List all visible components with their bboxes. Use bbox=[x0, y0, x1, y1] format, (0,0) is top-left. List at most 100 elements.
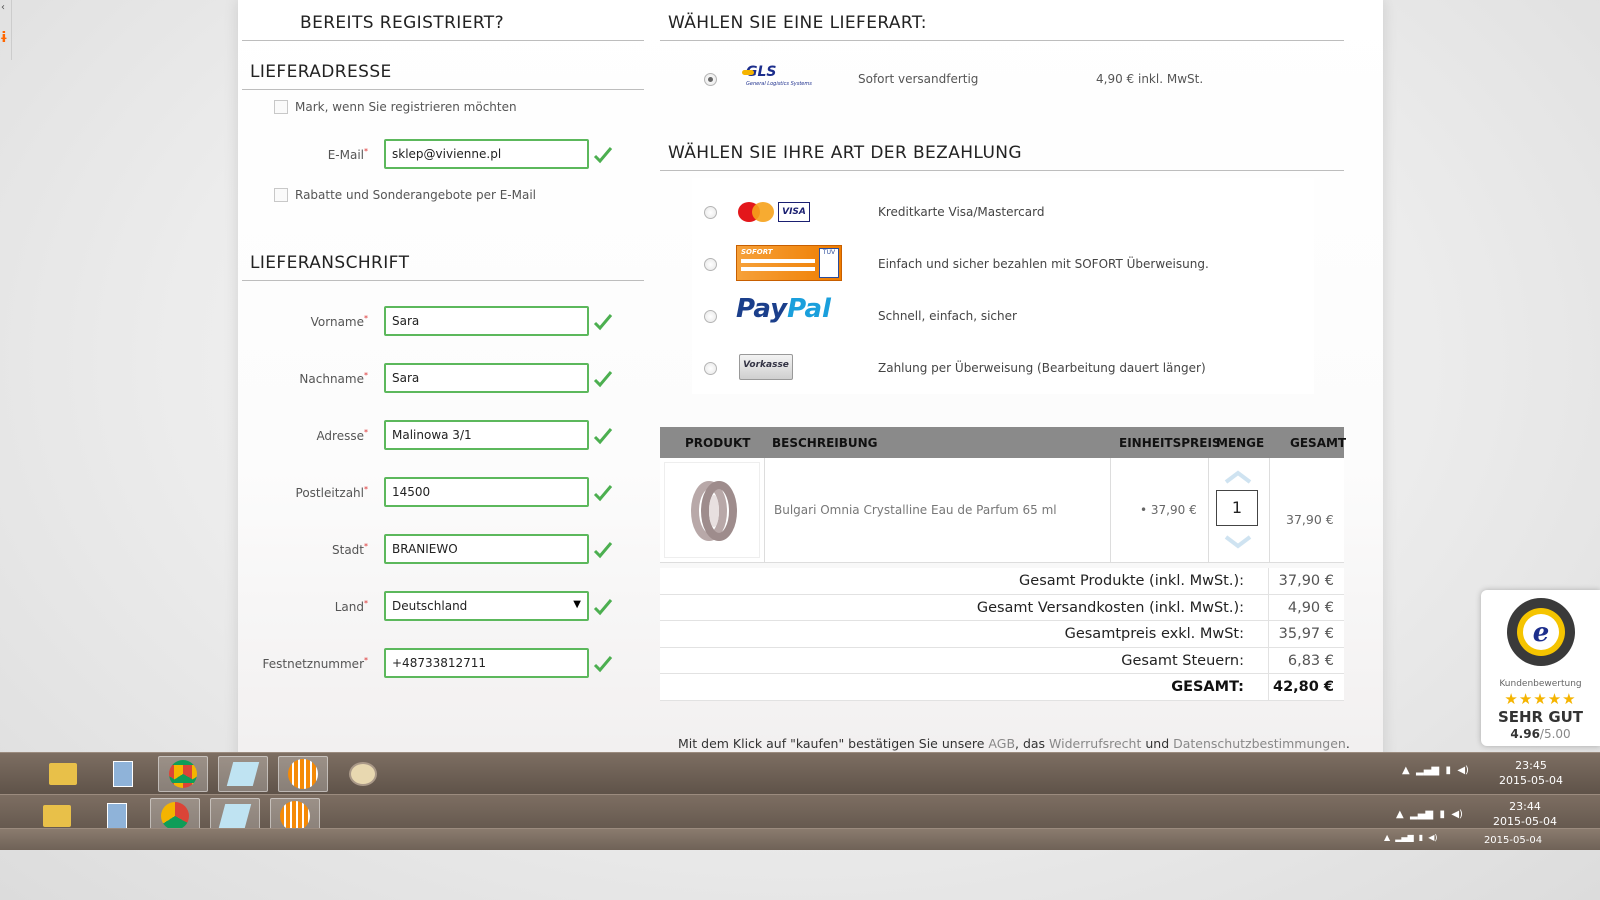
gls-logo: GLS General Logistics Systems bbox=[742, 64, 840, 94]
valid-check-icon bbox=[593, 599, 613, 616]
email-field[interactable]: sklep@vivienne.pl bbox=[384, 139, 589, 169]
quantity-input[interactable]: 1 bbox=[1216, 490, 1258, 526]
payment-title: WÄHLEN SIE IHRE ART DER BEZAHLUNG bbox=[668, 143, 1022, 163]
shipping-radio-gls[interactable] bbox=[704, 73, 717, 86]
payment-paypal-text: Schnell, einfach, sicher bbox=[878, 309, 1017, 323]
city-field[interactable]: BRANIEWO bbox=[384, 534, 589, 564]
valid-check-icon bbox=[593, 428, 613, 445]
clock[interactable]: 23:44 2015-05-04 bbox=[1490, 799, 1560, 829]
shipping-option-price: 4,90 € inkl. MwSt. bbox=[1096, 72, 1204, 86]
withdrawal-link[interactable]: Widerrufsrecht bbox=[1049, 736, 1141, 751]
payment-radio-paypal[interactable] bbox=[704, 310, 717, 323]
agb-link[interactable]: AGB bbox=[988, 736, 1015, 751]
svg-text:e: e bbox=[1533, 618, 1550, 648]
tray-icons[interactable]: ▲ ▂▄▆ ▮ ◀) bbox=[1402, 765, 1469, 776]
divider bbox=[660, 170, 1344, 171]
address-title: LIEFERADRESSE bbox=[250, 62, 392, 82]
valid-check-icon bbox=[593, 314, 613, 331]
totals-row: Gesamt Produkte (inkl. MwSt.): 37,90 € bbox=[660, 568, 1344, 595]
total-tax-value: 6,83 € bbox=[1287, 652, 1334, 669]
newsletter-checkbox[interactable] bbox=[274, 188, 288, 202]
tray-icons[interactable]: ▲ ▂▄▆ ▮ ◀) bbox=[1384, 833, 1438, 842]
valid-check-icon bbox=[593, 371, 613, 388]
col-unit-price: EINHEITSPREIS bbox=[1119, 436, 1221, 450]
terms-text: , das bbox=[1015, 736, 1050, 751]
address-label: Adresse* bbox=[316, 428, 368, 443]
totals-table: Gesamt Produkte (inkl. MwSt.): 37,90 € Ge… bbox=[660, 568, 1344, 701]
phone-row: Festnetznummer* +48733812711 bbox=[238, 648, 658, 678]
dropdown-arrow-icon: ▼ bbox=[573, 599, 581, 610]
grand-total-value: 42,80 € bbox=[1272, 679, 1334, 695]
lastname-row: Nachname* Sara bbox=[238, 363, 658, 393]
col-total: GESAMT bbox=[1290, 436, 1347, 450]
email-row: E-Mail* sklep@vivienne.pl bbox=[238, 139, 658, 169]
tray-icons[interactable]: ▲ ▂▄▆ ▮ ◀) bbox=[1396, 809, 1463, 820]
cell-divider bbox=[1269, 458, 1270, 563]
newsletter-checkbox-label: Rabatte und Sonderangebote per E-Mail bbox=[295, 188, 537, 202]
checkout-page: BEREITS REGISTRIERT? LIEFERADRESSE Mark,… bbox=[238, 0, 1383, 775]
qty-increase-icon[interactable] bbox=[1223, 470, 1253, 484]
shipping-option-text: Sofort versandfertig bbox=[858, 72, 979, 86]
clock[interactable]: 2015-05-04 bbox=[1478, 833, 1548, 848]
payment-options: VISA Kreditkarte Visa/Mastercard SOFORT … bbox=[692, 178, 1314, 394]
payment-radio-vorkasse[interactable] bbox=[704, 362, 717, 375]
lastname-label: Nachname* bbox=[299, 371, 368, 386]
postcode-label: Postleitzahl* bbox=[295, 485, 368, 500]
product-image[interactable] bbox=[664, 462, 760, 558]
total-products-label: Gesamt Produkte (inkl. MwSt.): bbox=[1019, 573, 1244, 589]
total-shipping-label: Gesamt Versandkosten (inkl. MwSt.): bbox=[976, 599, 1244, 616]
payment-sofort-text: Einfach und sicher bezahlen mit SOFORT Ü… bbox=[878, 257, 1209, 271]
privacy-link[interactable]: Datenschutzbestimmungen bbox=[1173, 736, 1346, 751]
explorer-taskbar-icon[interactable] bbox=[38, 756, 88, 792]
total-shipping-value: 4,90 € bbox=[1287, 599, 1334, 616]
firstname-field[interactable]: Sara bbox=[384, 306, 589, 336]
delivery-title: LIEFERANSCHRIFT bbox=[250, 253, 410, 273]
terms-text: Mit dem Klick auf "kaufen" bestätigen Si… bbox=[678, 736, 989, 751]
totals-row: Gesamt Steuern: 6,83 € bbox=[660, 647, 1344, 674]
grand-total-label: GESAMT: bbox=[1171, 679, 1244, 695]
qty-decrease-icon[interactable] bbox=[1223, 535, 1253, 549]
divider bbox=[242, 89, 644, 90]
rating-grade: SEHR GUT bbox=[1497, 708, 1584, 726]
app-taskbar-icon[interactable] bbox=[278, 756, 328, 792]
trusted-shops-badge[interactable]: e Kundenbewertung ★★★★★ SEHR GUT 4.96/5.… bbox=[1481, 590, 1600, 746]
firstname-label: Vorname* bbox=[310, 314, 368, 329]
product-description[interactable]: Bulgari Omnia Crystalline Eau de Parfum … bbox=[774, 503, 1057, 517]
postcode-field[interactable]: 14500 bbox=[384, 477, 589, 507]
paint-taskbar-icon[interactable] bbox=[338, 756, 388, 792]
country-select[interactable]: Deutschland ▼ bbox=[384, 591, 589, 621]
chrome-taskbar-icon[interactable] bbox=[158, 756, 208, 792]
divider bbox=[242, 40, 644, 41]
payment-radio-card[interactable] bbox=[704, 206, 717, 219]
totals-row: Gesamt Versandkosten (inkl. MwSt.): 4,90 … bbox=[660, 594, 1344, 621]
lastname-field[interactable]: Sara bbox=[384, 363, 589, 393]
col-description: BESCHREIBUNG bbox=[772, 436, 878, 450]
payment-radio-sofort[interactable] bbox=[704, 258, 717, 271]
notepad-taskbar-icon[interactable] bbox=[218, 756, 268, 792]
edge-arrow-icon: ‹ bbox=[1, 2, 5, 13]
valid-check-icon bbox=[593, 656, 613, 673]
totals-row: Gesamtpreis exkl. MwSt: 35,97 € bbox=[660, 621, 1344, 648]
total-products-value: 37,90 € bbox=[1278, 573, 1334, 589]
address-field[interactable]: Malinowa 3/1 bbox=[384, 420, 589, 450]
newsletter-checkbox-row[interactable]: Rabatte und Sonderangebote per E-Mail bbox=[274, 188, 536, 202]
terms-note: Mit dem Klick auf "kaufen" bestätigen Si… bbox=[678, 736, 1350, 751]
mastercard-visa-logo: VISA bbox=[738, 200, 810, 224]
valid-check-icon bbox=[593, 485, 613, 502]
shipping-title: WÄHLEN SIE EINE LIEFERART: bbox=[668, 13, 927, 33]
register-checkbox-row[interactable]: Mark, wenn Sie registrieren möchten bbox=[274, 100, 517, 114]
country-row: Land* Deutschland ▼ bbox=[238, 591, 658, 621]
valid-check-icon bbox=[593, 542, 613, 559]
register-checkbox[interactable] bbox=[274, 100, 288, 114]
payment-card-text: Kreditkarte Visa/Mastercard bbox=[878, 205, 1045, 219]
register-checkbox-label: Mark, wenn Sie registrieren möchten bbox=[295, 100, 517, 114]
phone-field[interactable]: +48733812711 bbox=[384, 648, 589, 678]
email-label: E-Mail* bbox=[327, 147, 368, 162]
product-total: 37,90 € bbox=[1286, 512, 1334, 527]
clock[interactable]: 23:45 2015-05-04 bbox=[1496, 758, 1566, 788]
calculator-taskbar-icon[interactable] bbox=[98, 756, 148, 792]
rating-score: 4.96/5.00 bbox=[1510, 727, 1571, 741]
total-net-value: 35,97 € bbox=[1278, 626, 1334, 642]
registered-title[interactable]: BEREITS REGISTRIERT? bbox=[300, 13, 504, 33]
col-product: PRODUKT bbox=[685, 436, 751, 450]
